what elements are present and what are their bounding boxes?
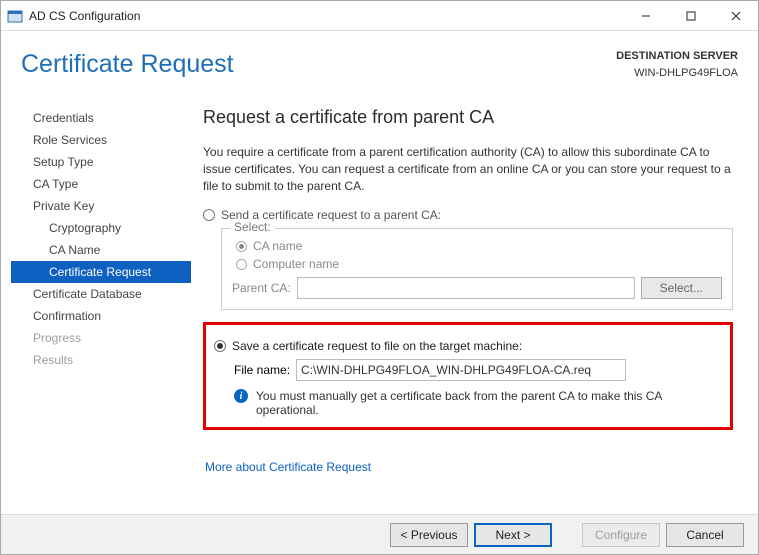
previous-button[interactable]: < Previous bbox=[390, 523, 468, 547]
page-heading: Certificate Request bbox=[21, 50, 234, 79]
radio-save-to-file[interactable] bbox=[214, 340, 226, 352]
sidebar-item-credentials[interactable]: Credentials bbox=[11, 107, 191, 129]
sub-ca-name-label: CA name bbox=[253, 239, 302, 253]
select-legend: Select: bbox=[230, 220, 275, 234]
sub-option-ca-name: CA name bbox=[236, 239, 718, 253]
sidebar-item-ca-name[interactable]: CA Name bbox=[11, 239, 191, 261]
option-send-to-parent[interactable]: Send a certificate request to a parent C… bbox=[203, 208, 733, 222]
select-button: Select... bbox=[641, 277, 722, 299]
sidebar-item-progress: Progress bbox=[11, 327, 191, 349]
header: Certificate Request DESTINATION SERVER W… bbox=[1, 31, 758, 103]
parent-ca-input bbox=[297, 277, 635, 299]
sidebar-item-confirmation[interactable]: Confirmation bbox=[11, 305, 191, 327]
sidebar-item-cryptography[interactable]: Cryptography bbox=[11, 217, 191, 239]
radio-send-to-parent[interactable] bbox=[203, 209, 215, 221]
filename-input[interactable] bbox=[296, 359, 626, 381]
sidebar-item-role-services[interactable]: Role Services bbox=[11, 129, 191, 151]
filename-label: File name: bbox=[234, 363, 290, 377]
window-title: AD CS Configuration bbox=[29, 9, 623, 23]
titlebar: AD CS Configuration bbox=[1, 1, 758, 31]
sub-option-computer-name: Computer name bbox=[236, 257, 718, 271]
footer: < Previous Next > Configure Cancel bbox=[1, 514, 758, 554]
main-content: Request a certificate from parent CA You… bbox=[191, 103, 748, 474]
sidebar-item-certificate-database[interactable]: Certificate Database bbox=[11, 283, 191, 305]
info-icon: i bbox=[234, 389, 248, 403]
option-save-to-file[interactable]: Save a certificate request to file on th… bbox=[214, 339, 720, 353]
sidebar-item-private-key[interactable]: Private Key bbox=[11, 195, 191, 217]
sidebar-item-ca-type[interactable]: CA Type bbox=[11, 173, 191, 195]
cancel-button[interactable]: Cancel bbox=[666, 523, 744, 547]
select-fieldset: Select: CA name Computer name Parent CA:… bbox=[221, 228, 733, 310]
destination-label: DESTINATION SERVER bbox=[234, 48, 738, 65]
parent-ca-label: Parent CA: bbox=[232, 281, 291, 295]
sidebar-item-setup-type[interactable]: Setup Type bbox=[11, 151, 191, 173]
highlighted-section: Save a certificate request to file on th… bbox=[203, 322, 733, 430]
main-description: You require a certificate from a parent … bbox=[203, 144, 733, 194]
main-title: Request a certificate from parent CA bbox=[203, 107, 733, 128]
sidebar-item-results: Results bbox=[11, 349, 191, 371]
destination-info: DESTINATION SERVER WIN-DHLPG49FLOA bbox=[234, 48, 738, 81]
radio-computer-name bbox=[236, 259, 247, 270]
option-save-label: Save a certificate request to file on th… bbox=[232, 339, 522, 353]
close-button[interactable] bbox=[713, 1, 758, 31]
minimize-button[interactable] bbox=[623, 1, 668, 31]
more-about-link[interactable]: More about Certificate Request bbox=[205, 460, 371, 474]
destination-value: WIN-DHLPG49FLOA bbox=[234, 65, 738, 82]
sidebar: Credentials Role Services Setup Type CA … bbox=[11, 103, 191, 474]
next-button[interactable]: Next > bbox=[474, 523, 552, 547]
maximize-button[interactable] bbox=[668, 1, 713, 31]
radio-ca-name bbox=[236, 241, 247, 252]
app-icon bbox=[7, 8, 23, 24]
configure-button: Configure bbox=[582, 523, 660, 547]
sub-computer-name-label: Computer name bbox=[253, 257, 339, 271]
info-text: You must manually get a certificate back… bbox=[256, 389, 720, 417]
sidebar-item-certificate-request[interactable]: Certificate Request bbox=[11, 261, 191, 283]
